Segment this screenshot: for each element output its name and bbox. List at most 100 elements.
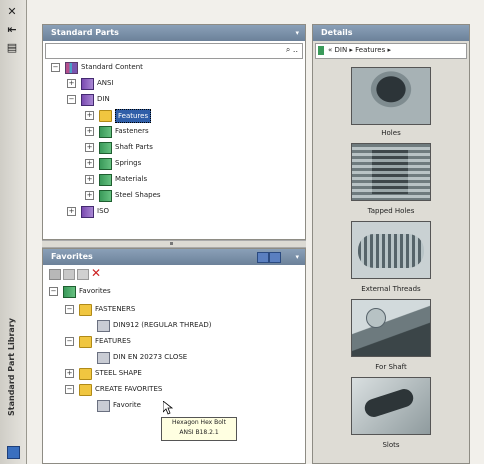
add-favorite-icon[interactable] (49, 269, 61, 280)
standard-parts-title: Standard Parts (51, 28, 119, 37)
expand-icon[interactable]: + (85, 111, 94, 120)
search-input[interactable]: ⌕ .. (45, 43, 303, 59)
collapse-icon[interactable]: − (67, 95, 76, 104)
collapse-icon[interactable]: − (49, 287, 58, 296)
book-icon (81, 78, 94, 90)
book-icon (99, 158, 112, 170)
book-icon (99, 174, 112, 186)
breadcrumb-path[interactable]: « DIN ▸ Features ▸ (328, 46, 391, 54)
expand-icon[interactable]: + (85, 175, 94, 184)
folder-icon (99, 110, 112, 122)
tree-item-label: Shaft Parts (115, 143, 153, 151)
library-icon (318, 46, 324, 55)
collapse-icon[interactable]: − (65, 385, 74, 394)
splitter-grip-icon (170, 242, 173, 245)
tree-item-label: Favorite (113, 401, 141, 409)
tooltip-line: ANSI B18.2.1 (179, 429, 219, 436)
tree-item-label: ANSI (97, 79, 114, 87)
favorites-toolbar: ✕ (49, 266, 169, 280)
breadcrumb: « DIN ▸ Features ▸ (315, 43, 467, 59)
standard-parts-header: Standard Parts ▾ (43, 25, 305, 41)
details-panel: Details « DIN ▸ Features ▸ Holes Tapped … (312, 24, 470, 464)
library-icon (65, 62, 78, 74)
panel-menu-button[interactable]: ▾ (295, 25, 299, 41)
view-toggle-icon[interactable] (269, 252, 281, 263)
slot-graphic (362, 386, 416, 420)
thread-graphic (372, 150, 408, 194)
favorites-header: Favorites ▾ (43, 249, 305, 265)
pin-icon[interactable]: ⇤ (6, 24, 18, 36)
mouse-pointer-icon (163, 401, 173, 415)
palette-app-icon[interactable] (7, 446, 20, 459)
expand-icon[interactable]: + (85, 159, 94, 168)
search-icon[interactable]: ⌕ .. (286, 45, 298, 55)
expand-icon[interactable]: + (65, 369, 74, 378)
properties-icon[interactable]: ▤ (6, 42, 18, 54)
delete-icon[interactable]: ✕ (91, 266, 101, 280)
tree-item-label: DIN912 (REGULAR THREAD) (113, 321, 212, 329)
tree-item-label: DIN EN 20273 CLOSE (113, 353, 188, 361)
tree-item-label: Features (115, 109, 152, 123)
palette-side-bar: ✕ ⇤ ▤ Standard Part Library (0, 0, 27, 464)
tree-item-label: FASTENERS (95, 305, 136, 313)
standard-parts-panel: Standard Parts ▾ ⌕ .. − Standard Content… (42, 24, 306, 240)
panel-splitter[interactable] (42, 240, 306, 248)
slots-thumbnail[interactable] (351, 377, 431, 435)
tree-item-label: Standard Content (81, 63, 143, 71)
book-icon (81, 206, 94, 218)
folder-icon (79, 304, 92, 316)
folder-icon (79, 336, 92, 348)
tooltip-line: Hexagon Hex Bolt (172, 419, 226, 426)
thread-graphic (358, 234, 424, 268)
details-title: Details (321, 28, 353, 37)
slots-label: Slots (382, 441, 400, 449)
for-shaft-thumbnail[interactable] (351, 299, 431, 357)
favorites-panel: Favorites ▾ ✕ − Favorites − FASTENERS DI… (42, 248, 306, 464)
expand-icon[interactable]: + (85, 127, 94, 136)
book-icon (63, 286, 76, 298)
part-icon (97, 320, 110, 332)
folder-icon (79, 368, 92, 380)
expand-icon[interactable]: + (85, 143, 94, 152)
tree-item-label: FEATURES (95, 337, 131, 345)
tree-item-label: Steel Shapes (115, 191, 161, 199)
external-threads-thumbnail[interactable] (351, 221, 431, 279)
for-shaft-label: For Shaft (375, 363, 407, 371)
expand-icon[interactable]: + (85, 191, 94, 200)
holes-thumbnail[interactable] (351, 67, 431, 125)
collapse-icon[interactable]: − (65, 305, 74, 314)
tree-item-label: ISO (97, 207, 110, 215)
shaft-graphic (366, 308, 386, 328)
palette-title: Standard Part Library (7, 318, 16, 416)
view-list-icon[interactable] (257, 252, 269, 263)
external-threads-label: External Threads (361, 285, 421, 293)
tapped-holes-thumbnail[interactable] (351, 143, 431, 201)
collapse-icon[interactable]: − (51, 63, 60, 72)
folder-icon (79, 384, 92, 396)
panel-menu-button[interactable]: ▾ (295, 249, 299, 265)
book-icon (99, 142, 112, 154)
book-icon (99, 190, 112, 202)
tree-item-label: DIN (97, 95, 110, 103)
tree-item-label: CREATE FAVORITES (95, 385, 163, 393)
tree-item-label: STEEL SHAPE (95, 369, 142, 377)
book-icon (81, 94, 94, 106)
part-icon (97, 400, 110, 412)
expand-icon[interactable]: + (67, 79, 76, 88)
expand-icon[interactable]: + (67, 207, 76, 216)
part-icon (97, 352, 110, 364)
edit-icon[interactable] (77, 269, 89, 280)
book-icon (99, 126, 112, 138)
collapse-icon[interactable]: − (65, 337, 74, 346)
tree-item-label: Materials (115, 175, 148, 183)
holes-label: Holes (381, 129, 401, 137)
tapped-holes-label: Tapped Holes (367, 207, 415, 215)
tree-item-label: Springs (115, 159, 142, 167)
tree-item-label: Fasteners (115, 127, 149, 135)
tree-item-label: Favorites (79, 287, 111, 295)
new-folder-icon[interactable] (63, 269, 75, 280)
favorites-title: Favorites (51, 252, 93, 261)
details-header: Details (313, 25, 469, 41)
close-icon[interactable]: ✕ (6, 6, 18, 18)
tooltip: Hexagon Hex Bolt ANSI B18.2.1 (161, 417, 237, 441)
